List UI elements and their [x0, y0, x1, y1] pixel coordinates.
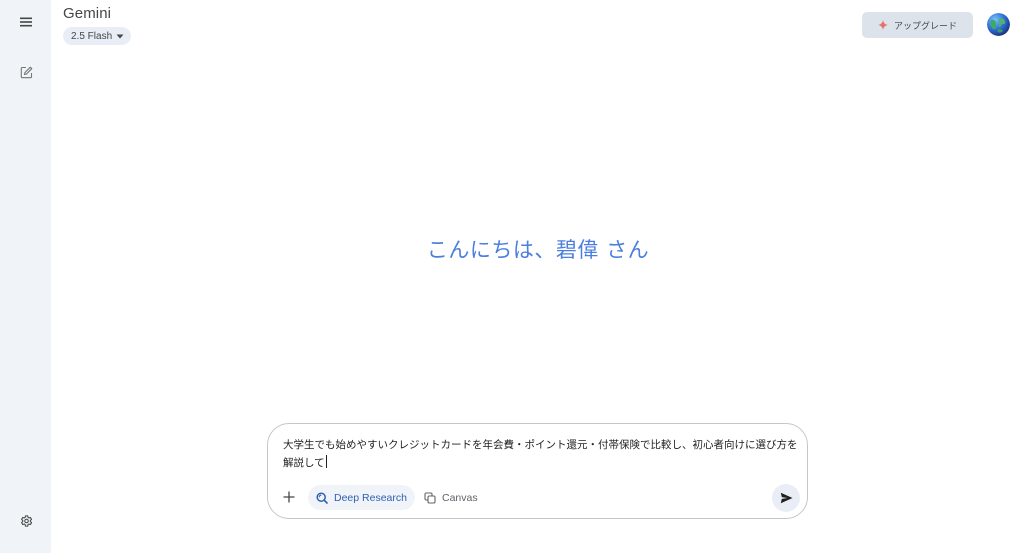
- canvas-label: Canvas: [442, 491, 478, 504]
- avatar[interactable]: [987, 13, 1010, 36]
- sparkle-icon: [877, 20, 888, 30]
- add-attachment-button[interactable]: [278, 486, 300, 508]
- upgrade-label: アップグレード: [893, 21, 957, 32]
- prompt-box: 大学生でも始めやすいクレジットカードを年会費・ポイント還元・付帯保険で比較し、初…: [267, 423, 808, 519]
- canvas-icon: [424, 491, 436, 504]
- send-icon: [780, 492, 792, 504]
- model-selector[interactable]: 2.5 Flash: [63, 27, 132, 45]
- greeting: こんにちは、碧偉 さん: [426, 238, 650, 262]
- model-label: 2.5 Flash: [71, 30, 113, 42]
- sidebar-rail: [0, 0, 51, 553]
- send-button[interactable]: [772, 484, 800, 512]
- deep-research-icon: [316, 491, 328, 504]
- gemini-app: Gemini 2.5 Flash アップグレード こんにちは、碧偉 さん 大学生…: [0, 0, 1024, 553]
- prompt-input[interactable]: 大学生でも始めやすいクレジットカードを年会費・ポイント還元・付帯保険で比較し、初…: [283, 436, 798, 472]
- chevron-down-icon: [116, 34, 124, 38]
- deep-research-button[interactable]: Deep Research: [308, 485, 415, 510]
- avatar-globe-image: [987, 13, 1010, 36]
- new-chat-button[interactable]: [12, 58, 40, 86]
- menu-button[interactable]: [12, 8, 40, 36]
- settings-button[interactable]: [12, 507, 40, 535]
- app-title: Gemini: [63, 5, 112, 22]
- edit-icon: [20, 66, 32, 78]
- prompt-input-text: 大学生でも始めやすいクレジットカードを年会費・ポイント還元・付帯保険で比較し、初…: [283, 439, 798, 469]
- text-caret: [325, 455, 327, 468]
- gear-icon: [21, 515, 33, 527]
- deep-research-label: Deep Research: [334, 491, 407, 504]
- plus-icon: [283, 491, 295, 503]
- canvas-button[interactable]: Canvas: [416, 485, 486, 510]
- menu-icon: [20, 17, 32, 27]
- upgrade-button[interactable]: アップグレード: [862, 12, 973, 38]
